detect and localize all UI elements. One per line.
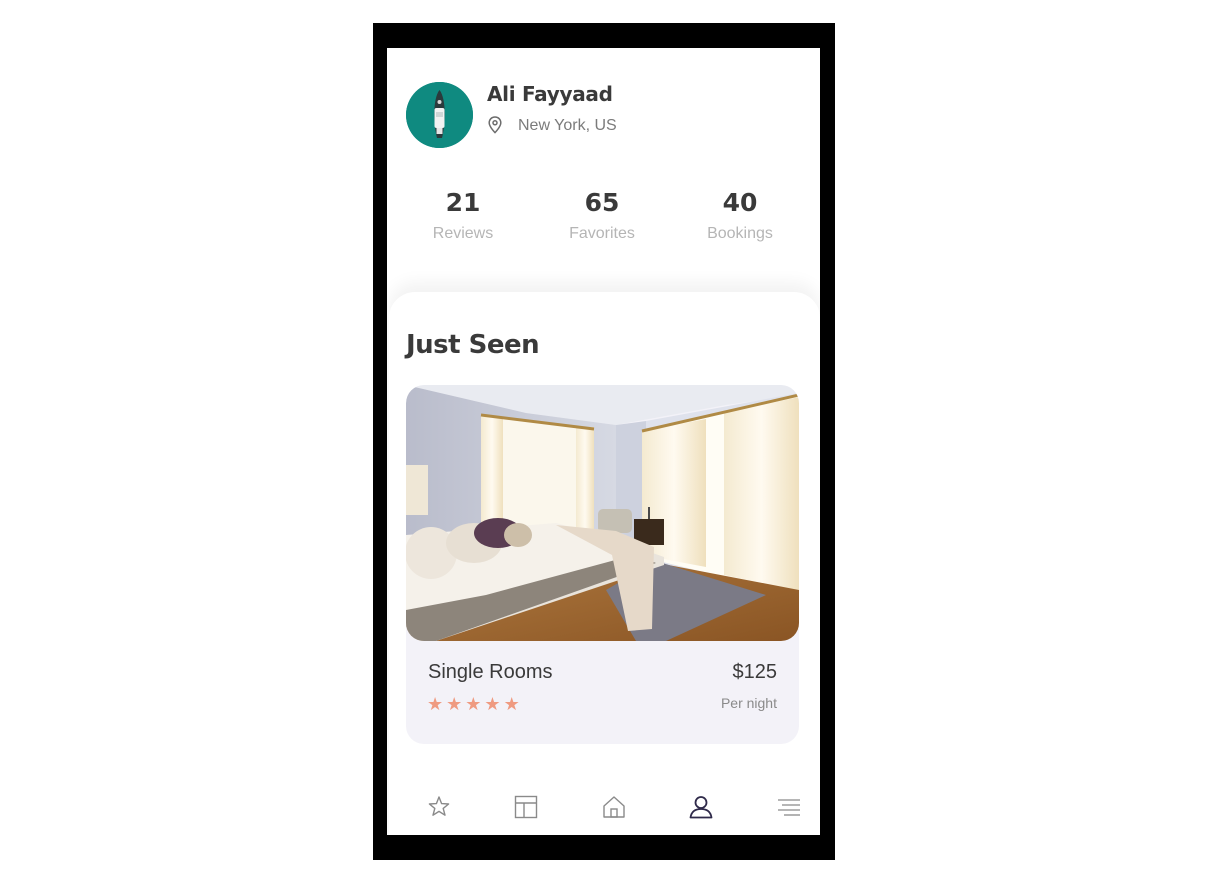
nav-menu-icon[interactable] — [776, 794, 802, 820]
stat-reviews[interactable]: 21 Reviews — [403, 188, 523, 243]
stat-favorites[interactable]: 65 Favorites — [542, 188, 662, 243]
rating-stars: ★ ★ ★ ★ ★ — [427, 695, 520, 713]
bedroom-photo — [406, 385, 799, 641]
device-frame: Ali Fayyaad New York, US 21 Reviews 65 F… — [373, 23, 835, 860]
stat-value: 40 — [722, 188, 758, 217]
stat-value: 21 — [445, 188, 481, 217]
stat-value: 65 — [584, 188, 620, 217]
stat-label: Reviews — [432, 225, 494, 242]
app-screen: Ali Fayyaad New York, US 21 Reviews 65 F… — [387, 48, 820, 835]
nav-star-icon[interactable] — [426, 794, 452, 820]
section-title: Just Seen — [406, 330, 540, 360]
room-name: Single Rooms — [428, 661, 553, 683]
room-price: $125 — [732, 661, 778, 683]
star-icon: ★ — [484, 694, 501, 714]
star-icon: ★ — [427, 694, 444, 714]
location-pin-icon — [488, 116, 502, 134]
star-icon: ★ — [446, 694, 463, 714]
user-location: New York, US — [518, 117, 617, 134]
nav-home-icon[interactable] — [601, 794, 627, 820]
nav-profile-icon[interactable] — [688, 794, 714, 820]
user-name: Ali Fayyaad — [487, 82, 613, 106]
stat-label: Favorites — [569, 225, 635, 242]
stat-bookings[interactable]: 40 Bookings — [680, 188, 800, 243]
star-icon: ★ — [465, 694, 482, 714]
price-unit: Per night — [720, 695, 777, 711]
avatar[interactable] — [406, 82, 473, 148]
nav-layout-icon[interactable] — [513, 794, 539, 820]
boat-icon — [406, 82, 473, 148]
stat-label: Bookings — [707, 225, 773, 242]
room-card[interactable]: Single Rooms $125 Per night ★ ★ ★ ★ ★ — [406, 385, 799, 744]
star-icon: ★ — [503, 694, 520, 714]
